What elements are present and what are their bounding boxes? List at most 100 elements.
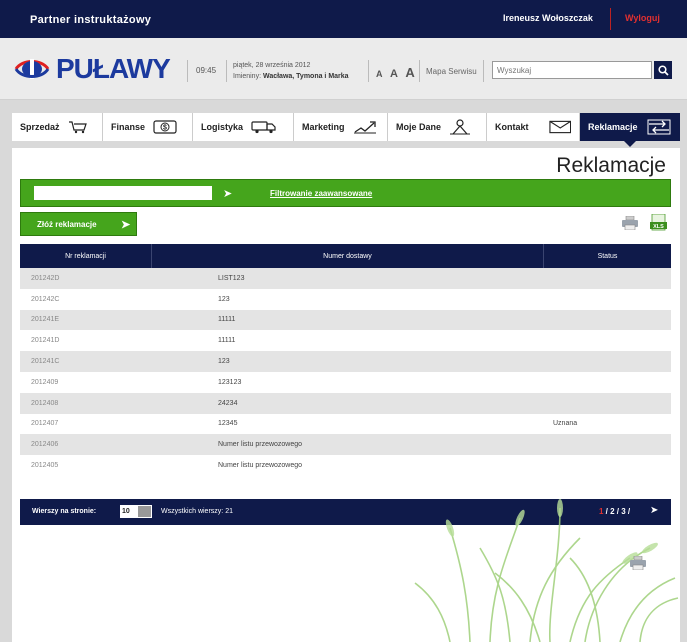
table-header: Nr reklamacji Numer dostawy Status xyxy=(20,244,671,268)
nav-label: Logistyka xyxy=(201,122,244,132)
cell-nr: 201241D xyxy=(31,337,60,345)
cell-delivery: 12345 xyxy=(218,420,238,428)
svg-text:$: $ xyxy=(163,125,167,132)
dollar-icon: $ xyxy=(153,120,177,134)
header-divider xyxy=(419,60,420,82)
table-row[interactable]: 2012406 Numer listu przewozowego xyxy=(20,434,671,456)
cell-delivery: 123 xyxy=(218,295,230,303)
nav-item-reklamacje[interactable]: Reklamacje xyxy=(580,113,680,147)
table-row[interactable]: 201241E 11111 xyxy=(20,309,671,331)
table-row[interactable]: 201242C 123 xyxy=(20,288,671,310)
clock: 09:45 xyxy=(196,66,217,75)
print-icon[interactable] xyxy=(630,556,646,570)
col-header-delivery[interactable]: Numer dostawy xyxy=(152,244,544,268)
cell-nr: 201242D xyxy=(31,274,60,282)
filter-input[interactable] xyxy=(34,186,212,200)
total-rows: Wszystkich wierszy: 21 xyxy=(161,508,233,515)
nav-item-logistyka[interactable]: Logistyka xyxy=(193,113,294,141)
cell-delivery: 11111 xyxy=(218,337,236,345)
nav-label: Moje Dane xyxy=(396,122,442,132)
chart-up-icon xyxy=(353,121,376,134)
cart-icon xyxy=(68,121,87,134)
cell-delivery: 24234 xyxy=(218,399,238,407)
arrow-right-icon: ➤ xyxy=(121,219,131,231)
table-body: 201242D LIST123 201242C 123 201241E 11111 2… xyxy=(20,268,671,476)
cell-delivery: Numer listu przewozowego xyxy=(218,462,303,470)
logo-text: PUŁAWY xyxy=(56,53,171,84)
cell-delivery: Numer listu przewozowego xyxy=(218,441,303,449)
header-divider xyxy=(226,60,227,82)
nav-label: Sprzedaż xyxy=(20,122,60,132)
table-row[interactable]: 2012405 Numer listu przewozowego xyxy=(20,455,671,476)
table-row[interactable]: 201242D LIST123 xyxy=(20,268,671,289)
add-complaint-button[interactable]: Złóż reklamacje ➤ xyxy=(20,212,137,236)
names-value: Wacława, Tymona i Marka xyxy=(262,73,349,80)
cell-delivery: 123 xyxy=(218,358,230,366)
col-header-status[interactable]: Status xyxy=(544,244,671,268)
nav-item-kontakt[interactable]: Kontakt xyxy=(487,113,580,141)
font-large-button[interactable]: A xyxy=(405,65,414,80)
chevron-down-icon xyxy=(138,506,151,517)
header: PUŁAWY 09:45 piątek, 28 września 2012 Im… xyxy=(0,38,687,100)
cell-nr: 201241E xyxy=(31,316,60,324)
logo-mark-icon xyxy=(14,59,50,79)
nav-item-sprzedaz[interactable]: Sprzedaż xyxy=(12,113,103,141)
complaints-table: Nr reklamacji Numer dostawy Status 20124… xyxy=(20,244,671,476)
cell-nr: 2012405 xyxy=(31,462,59,470)
person-icon xyxy=(450,119,471,135)
total-rows-value: 21 xyxy=(225,508,233,515)
cell-nr: 201241C xyxy=(31,358,60,366)
font-small-button[interactable]: A xyxy=(376,69,383,79)
nav-item-finanse[interactable]: Finanse $ xyxy=(103,113,193,141)
cell-delivery: 123123 xyxy=(218,378,242,386)
cell-nr: 2012409 xyxy=(31,378,59,386)
page-title: Reklamacje xyxy=(556,154,666,177)
names-label: Imieniny: xyxy=(233,73,262,80)
top-divider xyxy=(610,8,611,30)
table-row[interactable]: 201241D 11111 xyxy=(20,330,671,352)
header-divider xyxy=(483,60,484,82)
cell-delivery: 11111 xyxy=(218,316,236,324)
search-icon xyxy=(657,64,669,76)
search-input[interactable] xyxy=(492,61,652,79)
site-map-link[interactable]: Mapa Serwisu xyxy=(426,67,477,76)
logout-link[interactable]: Wyloguj xyxy=(625,13,660,23)
rows-per-page-select[interactable]: 10 xyxy=(120,505,152,518)
advanced-filter-link[interactable]: Filtrowanie zaawansowane xyxy=(270,189,372,198)
header-divider xyxy=(187,60,188,82)
date-info: piątek, 28 września 2012 Imieniny: Wacła… xyxy=(233,60,349,82)
top-bar: Partner instruktażowy Ireneusz Wołoszcza… xyxy=(0,0,687,38)
filter-submit-arrow-icon[interactable]: ➤ xyxy=(223,187,232,200)
date-text: piątek, 28 września 2012 xyxy=(233,62,311,69)
col-header-nr[interactable]: Nr reklamacji xyxy=(20,244,152,268)
user-name[interactable]: Ireneusz Wołoszczak xyxy=(503,13,593,23)
nav-item-marketing[interactable]: Marketing xyxy=(294,113,388,141)
nav-label: Finanse xyxy=(111,122,146,132)
cell-nr: 2012406 xyxy=(31,441,59,449)
svg-text:XLS: XLS xyxy=(653,224,664,230)
nav-item-moje-dane[interactable]: Moje Dane xyxy=(388,113,487,141)
font-size-switcher: A A A xyxy=(376,64,418,82)
table-row[interactable]: 2012409 123123 xyxy=(20,371,671,393)
cell-status: Uznana xyxy=(553,420,578,428)
envelope-icon xyxy=(548,120,571,134)
nav-label: Marketing xyxy=(302,122,345,132)
cell-nr: 2012408 xyxy=(31,399,59,407)
table-row[interactable]: 201241C 123 xyxy=(20,351,671,372)
nav-label: Kontakt xyxy=(495,122,529,132)
table-row[interactable]: 2012407 12345 Uznana xyxy=(20,413,671,435)
font-medium-button[interactable]: A xyxy=(390,68,398,80)
total-rows-label: Wszystkich wierszy: xyxy=(161,508,224,515)
add-complaint-label: Złóż reklamacje xyxy=(37,219,97,229)
logo[interactable]: PUŁAWY xyxy=(14,53,171,84)
table-row[interactable]: 2012408 24234 xyxy=(20,392,671,414)
xls-export-icon[interactable]: XLS xyxy=(650,214,667,231)
filter-bar: ➤ Filtrowanie zaawansowane xyxy=(20,179,671,207)
truck-icon xyxy=(251,121,276,134)
exchange-icon xyxy=(647,119,671,135)
partner-label: Partner instruktażowy xyxy=(30,14,152,26)
print-icon[interactable] xyxy=(622,216,638,230)
cell-delivery: LIST123 xyxy=(218,274,245,282)
search-button[interactable] xyxy=(654,61,672,79)
cell-nr: 2012407 xyxy=(31,420,59,428)
